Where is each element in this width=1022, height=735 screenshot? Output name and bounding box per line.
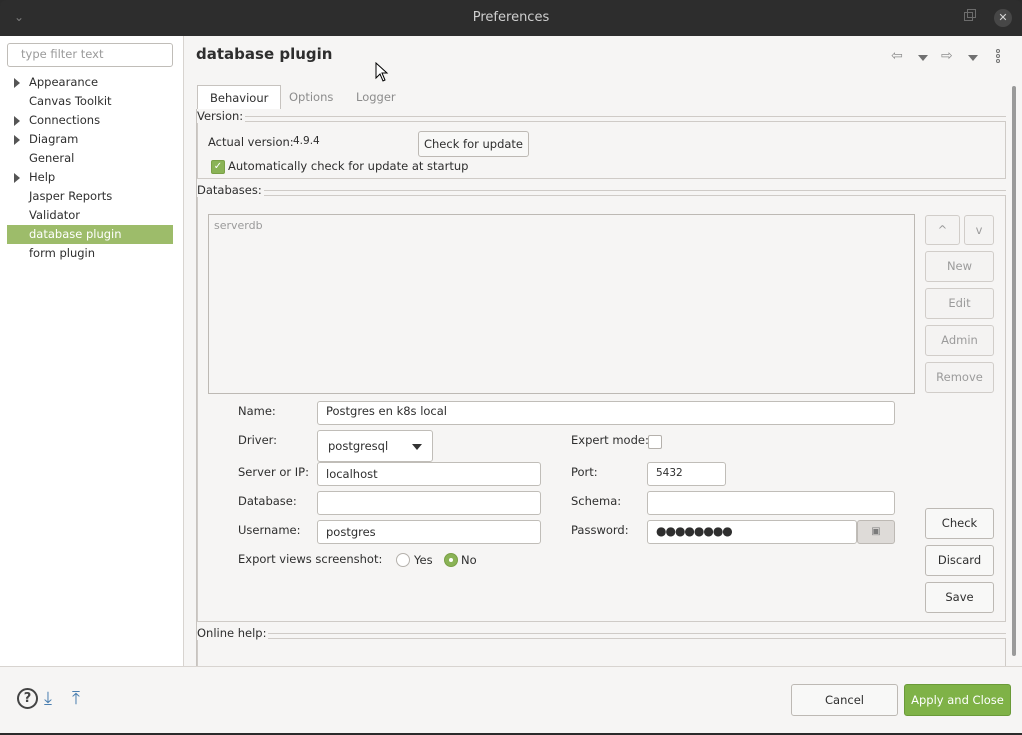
export-no-label: No	[461, 553, 477, 567]
version-group-rule	[240, 116, 1006, 117]
tree-item-validator[interactable]: Validator	[7, 206, 173, 225]
password-input[interactable]: ●●●●●●●●	[647, 520, 857, 544]
new-database-button[interactable]: New	[925, 251, 994, 282]
back-arrow-icon[interactable]: ⇦	[891, 48, 903, 64]
online-help-group-label: Online help:	[197, 626, 269, 640]
apply-and-close-button[interactable]: Apply and Close	[904, 684, 1011, 716]
databases-group-label: Databases:	[197, 183, 264, 197]
tab-behaviour[interactable]: Behaviour	[197, 85, 282, 110]
tree-item-database-plugin[interactable]: database plugin	[7, 225, 173, 244]
help-icon[interactable]: ?	[17, 688, 38, 709]
schema-input[interactable]	[647, 491, 895, 515]
import-preferences-icon[interactable]: ⤓	[44, 688, 52, 709]
driver-select-value: postgresql	[328, 439, 389, 453]
move-down-button[interactable]: v	[964, 215, 994, 245]
tree-item-form-plugin[interactable]: form plugin	[7, 244, 173, 263]
expand-triangle-icon[interactable]	[14, 78, 20, 88]
tree-item-canvas-toolkit[interactable]: Canvas Toolkit	[7, 92, 173, 111]
tree-item-appearance[interactable]: Appearance	[7, 73, 173, 92]
database-input[interactable]	[317, 491, 541, 515]
close-icon[interactable]: ✕	[994, 9, 1012, 27]
export-views-label: Export views screenshot:	[238, 552, 383, 566]
check-for-update-button[interactable]: Check for update	[418, 131, 529, 157]
database-label: Database:	[238, 494, 297, 508]
port-label: Port:	[571, 465, 598, 479]
export-no-radio[interactable]	[444, 553, 458, 567]
name-input[interactable]: Postgres en k8s local	[317, 401, 895, 425]
expert-mode-checkbox[interactable]	[648, 435, 662, 449]
version-group-label: Version:	[197, 109, 246, 123]
export-yes-radio[interactable]	[396, 553, 410, 567]
title-bar: ⌄ Preferences ✕	[0, 0, 1022, 36]
server-label: Server or IP:	[238, 465, 309, 479]
page-scrollbar[interactable]	[1012, 86, 1016, 656]
online-help-group-rule	[264, 633, 1006, 634]
export-preferences-icon[interactable]: ⤒	[72, 688, 80, 709]
auto-check-checkbox[interactable]: ✓	[211, 160, 225, 174]
driver-select[interactable]: postgresql	[317, 430, 433, 462]
expert-mode-label: Expert mode:	[571, 433, 649, 447]
online-help-group	[197, 638, 1006, 666]
actual-version-label: Actual version:	[208, 135, 294, 149]
tree-item-diagram[interactable]: Diagram	[7, 130, 173, 149]
mouse-cursor-icon	[375, 62, 389, 82]
restore-icon[interactable]	[964, 9, 976, 21]
expand-triangle-icon[interactable]	[14, 173, 20, 183]
list-item[interactable]: serverdb	[214, 219, 263, 232]
chevron-down-icon	[412, 444, 422, 450]
edit-database-button[interactable]: Edit	[925, 288, 994, 319]
save-button[interactable]: Save	[925, 582, 994, 613]
password-label: Password:	[571, 523, 629, 537]
actual-version-value: 4.9.4	[293, 135, 320, 147]
window-title: Preferences	[472, 10, 550, 25]
driver-label: Driver:	[238, 433, 278, 447]
back-history-dropdown-icon[interactable]	[918, 55, 928, 61]
forward-arrow-icon[interactable]: ⇨	[941, 48, 953, 64]
show-password-button[interactable]: ▣	[857, 520, 895, 544]
tree-item-help[interactable]: Help	[7, 168, 173, 187]
tree-item-jasper-reports[interactable]: Jasper Reports	[7, 187, 173, 206]
username-label: Username:	[238, 523, 301, 537]
discard-button[interactable]: Discard	[925, 545, 994, 576]
expand-triangle-icon[interactable]	[14, 116, 20, 126]
admin-database-button[interactable]: Admin	[925, 325, 994, 356]
move-up-button[interactable]: ^	[925, 215, 960, 245]
forward-history-dropdown-icon[interactable]	[968, 55, 978, 61]
tree-item-connections[interactable]: Connections	[7, 111, 173, 130]
cancel-button[interactable]: Cancel	[791, 684, 898, 716]
view-menu-kebab-icon[interactable]	[996, 49, 1002, 65]
databases-group-rule	[262, 190, 1006, 191]
export-yes-label: Yes	[414, 553, 433, 567]
username-input[interactable]: postgres	[317, 520, 541, 544]
tab-options[interactable]: Options	[277, 85, 345, 110]
page-title: database plugin	[196, 45, 333, 63]
expand-triangle-icon[interactable]	[14, 135, 20, 145]
name-label: Name:	[238, 404, 276, 418]
port-input[interactable]: 5432	[647, 462, 726, 486]
tab-logger[interactable]: Logger	[344, 85, 408, 110]
tree-item-general[interactable]: General	[7, 149, 173, 168]
schema-label: Schema:	[571, 494, 622, 508]
database-list[interactable]: serverdb	[208, 214, 915, 394]
check-connection-button[interactable]: Check	[925, 508, 994, 539]
auto-check-label: Automatically check for update at startu…	[228, 159, 469, 173]
lock-icon: ▣	[871, 526, 881, 537]
remove-database-button[interactable]: Remove	[925, 362, 994, 393]
server-input[interactable]: localhost	[317, 462, 541, 486]
filter-input[interactable]: type filter text	[7, 43, 173, 67]
